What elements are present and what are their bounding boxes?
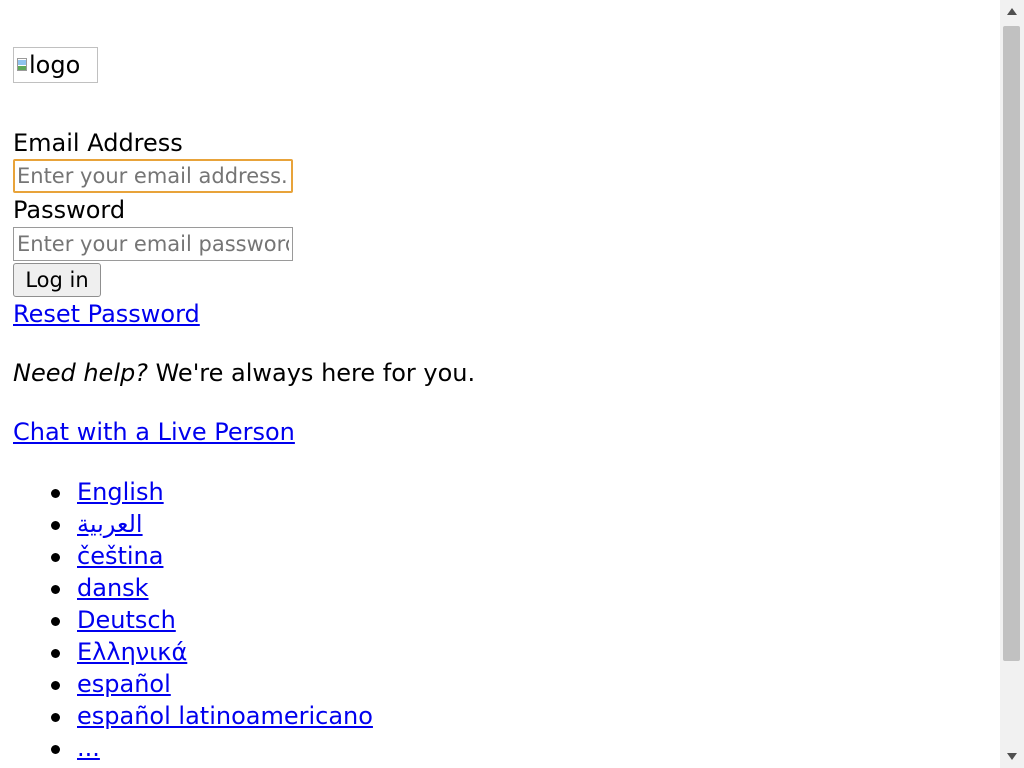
language-item: Deutsch <box>13 604 373 636</box>
reset-password-link[interactable]: Reset Password <box>13 299 200 329</box>
broken-image-icon <box>16 58 28 72</box>
language-item: English <box>13 476 373 508</box>
language-item: español latinoamericano <box>13 700 373 732</box>
help-emphasis: Need help? <box>13 359 148 387</box>
scroll-down-arrow-icon[interactable] <box>1007 753 1017 760</box>
language-item: dansk <box>13 572 373 604</box>
language-link-more[interactable]: ... <box>77 734 100 762</box>
language-item: العربية <box>13 508 373 540</box>
language-link-spanish[interactable]: español <box>77 670 171 698</box>
help-text: Need help? We're always here for you. <box>13 358 475 388</box>
logo-image: logo <box>13 47 98 83</box>
language-link-spanish-latam[interactable]: español latinoamericano <box>77 702 373 730</box>
language-link-arabic[interactable]: العربية <box>77 510 143 538</box>
language-link-english[interactable]: English <box>77 478 164 506</box>
language-link-czech[interactable]: čeština <box>77 542 163 570</box>
login-button[interactable]: Log in <box>13 263 101 297</box>
logo-alt-text: logo <box>29 51 81 79</box>
email-label: Email Address <box>13 129 183 157</box>
language-link-german[interactable]: Deutsch <box>77 606 176 634</box>
language-item: ... <box>13 732 373 764</box>
language-link-danish[interactable]: dansk <box>77 574 149 602</box>
help-message: We're always here for you. <box>147 359 476 387</box>
language-link-greek[interactable]: Ελληνικά <box>77 638 187 666</box>
vertical-scrollbar[interactable] <box>1000 0 1024 768</box>
language-list: English العربية čeština dansk Deutsch Ελ… <box>13 476 373 764</box>
scroll-up-arrow-icon[interactable] <box>1007 8 1017 15</box>
language-item: español <box>13 668 373 700</box>
password-field[interactable] <box>13 227 293 261</box>
scrollbar-thumb[interactable] <box>1003 26 1020 661</box>
language-item: čeština <box>13 540 373 572</box>
language-item: Ελληνικά <box>13 636 373 668</box>
live-chat-link[interactable]: Chat with a Live Person <box>13 417 295 447</box>
email-field[interactable] <box>13 159 293 193</box>
password-label: Password <box>13 196 126 224</box>
